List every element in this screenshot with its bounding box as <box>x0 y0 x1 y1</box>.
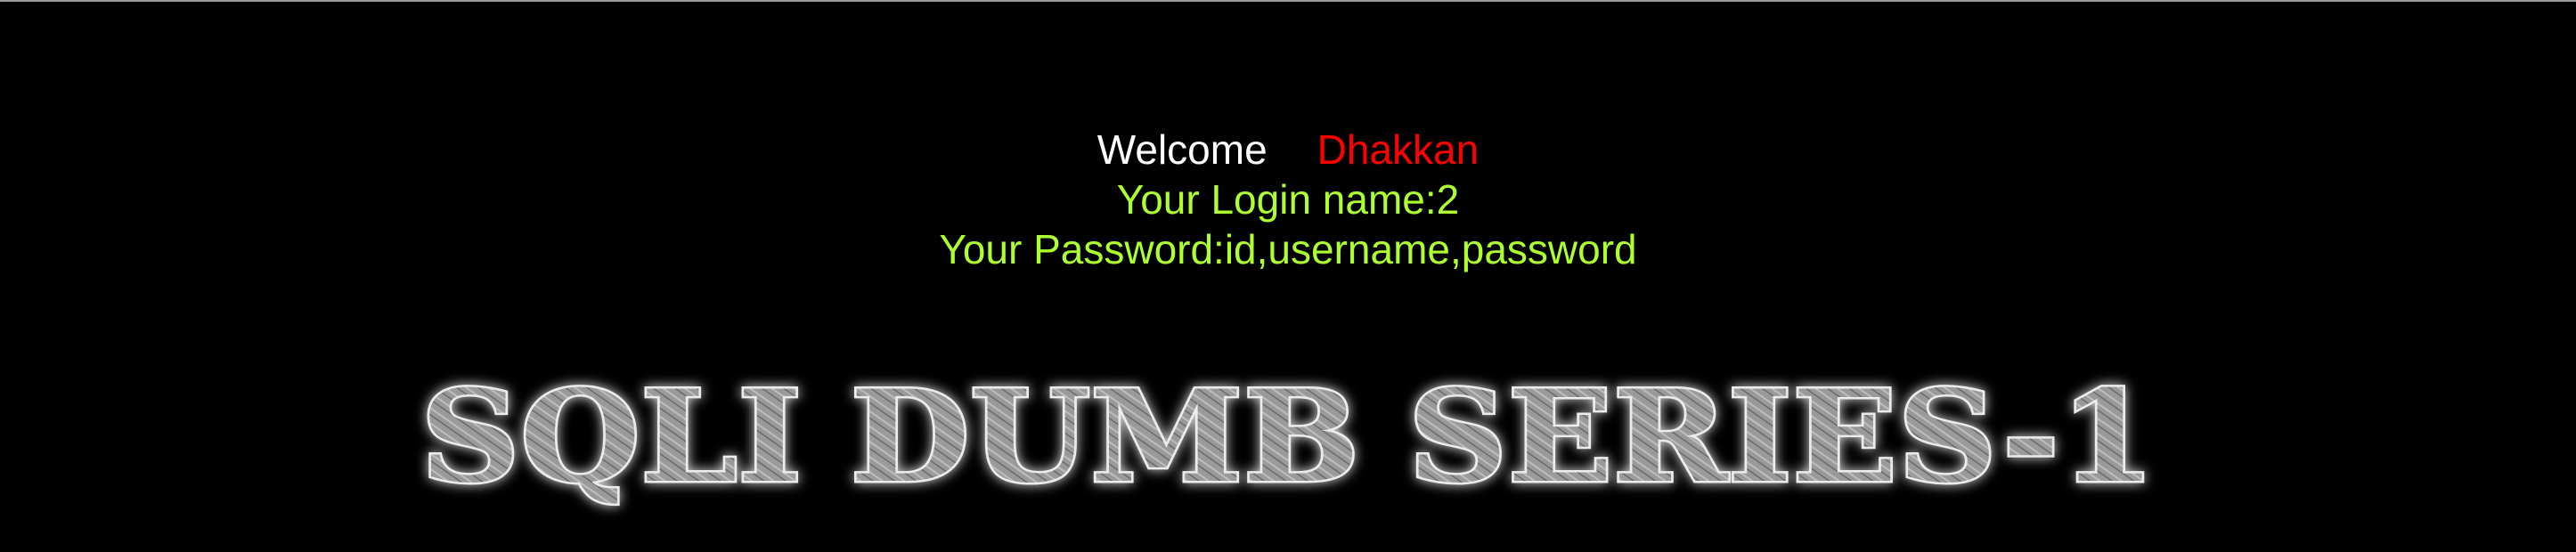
page-background: Welcome Dhakkan Your Login name:2 Your P… <box>0 0 2576 552</box>
banner-graphic: SQLI DUMB SERIES-1 <box>419 361 2158 514</box>
series-banner: SQLI DUMB SERIES-1 <box>0 358 2576 536</box>
banner-title: SQLI DUMB SERIES-1 <box>420 363 2156 511</box>
welcome-panel: Welcome Dhakkan Your Login name:2 Your P… <box>0 125 2576 274</box>
welcome-line: Welcome Dhakkan <box>0 125 2576 175</box>
login-name-text: Your Login name:2 <box>1116 176 1460 223</box>
welcome-greeting: Welcome <box>1096 126 1268 173</box>
welcome-user-name: Dhakkan <box>1317 126 1480 173</box>
password-text: Your Password:id,username,password <box>939 226 1637 272</box>
